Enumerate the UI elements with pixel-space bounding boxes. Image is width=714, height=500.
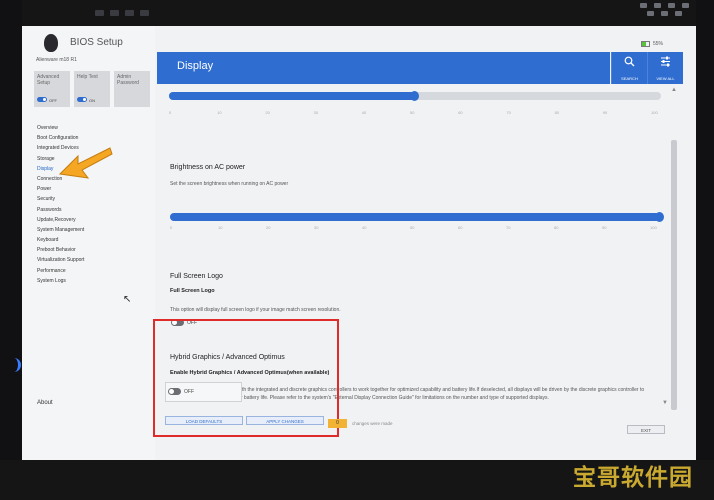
load-defaults-button[interactable]: LOAD DEFAULTS — [165, 416, 243, 425]
slider-thumb[interactable] — [410, 91, 419, 101]
slider-tick-label: 90 — [602, 225, 607, 230]
view-all-button[interactable]: VIEW ALL — [647, 52, 683, 84]
sidebar-item-system-logs[interactable]: System Logs — [37, 276, 84, 286]
tile-advanced-setup[interactable]: Advanced Setup OFF — [34, 71, 70, 107]
sidebar-item-preboot-behavior[interactable]: Preboot Behavior — [37, 245, 84, 255]
tile-state: ON — [89, 98, 95, 103]
model-name: Alienware m18 R1 — [36, 57, 77, 63]
sidebar-item-boot-configuration[interactable]: Boot Configuration — [37, 133, 84, 143]
monitor-bezel-left — [0, 0, 22, 500]
slider-tick-label: 100 — [651, 110, 658, 115]
sidebar-item-virtualization-support[interactable]: Virtualization Support — [37, 255, 84, 265]
alien-logo-icon — [44, 34, 58, 52]
monitor-bezel-right — [696, 0, 714, 500]
slider-tick-label: 10 — [217, 110, 222, 115]
sidebar-item-keyboard[interactable]: Keyboard — [37, 235, 84, 245]
advanced-setup-toggle[interactable] — [37, 97, 47, 102]
top-slider-ticks: 0 10 20 30 40 50 60 70 80 90 100 — [169, 110, 661, 116]
battery-text: 55% — [653, 41, 664, 47]
scroll-down-icon[interactable]: ▼ — [662, 400, 668, 406]
sidebar-item-overview[interactable]: Overview — [37, 123, 84, 133]
full-screen-logo-subtitle: Full Screen Logo — [170, 288, 215, 294]
left-panel: BIOS Setup Alienware m18 R1 Advanced Set… — [22, 26, 155, 460]
slider-tick-label: 0 — [169, 110, 172, 115]
watermark: 宝哥软件园 — [569, 452, 709, 492]
brightness-ac-ticks: 0 10 20 30 40 50 60 70 80 90 100 — [170, 225, 660, 231]
tile-help-text[interactable]: Help Text ON — [74, 71, 110, 107]
tile-state: OFF — [49, 98, 57, 103]
tile-admin-password[interactable]: Admin Password — [114, 71, 150, 107]
slider-tick-label: 40 — [361, 110, 367, 115]
slider-tick-label: 60 — [458, 225, 463, 230]
bios-screen: BIOS Setup Alienware m18 R1 Advanced Set… — [22, 26, 696, 460]
slider-tick-label: 70 — [506, 225, 511, 230]
view-all-label: VIEW ALL — [656, 76, 675, 81]
page-title: Display — [177, 60, 214, 72]
mouse-cursor-icon: ↖ — [123, 294, 132, 305]
quick-tiles: Advanced Setup OFF Help Text ON Admin Pa… — [34, 71, 154, 107]
slider-fill — [170, 213, 660, 221]
brightness-ac-title: Brightness on AC power — [170, 164, 246, 171]
battery-icon — [641, 41, 650, 47]
search-icon — [624, 56, 635, 67]
tile-label: Advanced Setup — [37, 74, 60, 86]
slider-fill — [169, 92, 415, 100]
slider-tick-label: 70 — [506, 110, 511, 115]
slider-tick-label: 50 — [410, 225, 415, 230]
slider-tick-label: 30 — [314, 225, 319, 230]
search-label: SEARCH — [621, 76, 638, 81]
monitor-status-icons — [640, 3, 695, 17]
slider-tick-label: 100 — [650, 225, 657, 230]
tile-label: Admin Password — [117, 74, 139, 86]
changes-text: changes were made — [352, 421, 393, 426]
slider-tick-label: 20 — [266, 225, 271, 230]
exit-button[interactable]: EXIT — [627, 425, 665, 434]
slider-thumb[interactable] — [655, 212, 664, 222]
slider-tick-label: 60 — [458, 110, 463, 115]
brightness-ac-slider[interactable] — [170, 212, 664, 222]
apply-changes-button[interactable]: APPLY CHANGES — [246, 416, 324, 425]
scroll-up-icon[interactable]: ▲ — [671, 87, 677, 93]
pointer-arrow-icon — [58, 147, 113, 179]
slider-tick-label: 20 — [265, 110, 270, 115]
slider-tick-label: 10 — [218, 225, 223, 230]
sidebar-item-power[interactable]: Power — [37, 184, 84, 194]
slider-tick-label: 30 — [313, 110, 319, 115]
full-screen-logo-description: This option will display full screen log… — [170, 307, 341, 313]
search-button[interactable]: SEARCH — [611, 52, 647, 84]
brightness-ac-description: Set the screen brightness when running o… — [170, 181, 289, 187]
sidebar-item-security[interactable]: Security — [37, 194, 84, 204]
monitor-top-icons — [95, 4, 165, 22]
content-scrollbar[interactable] — [671, 140, 677, 410]
slider-tick-label: 0 — [170, 225, 173, 230]
sliders-icon — [661, 56, 670, 67]
page-header: Display — [157, 52, 610, 84]
slider-tick-label: 80 — [554, 110, 560, 115]
sidebar-item-system-management[interactable]: System Management — [37, 225, 84, 235]
app-title: BIOS Setup — [70, 37, 123, 48]
tile-label: Help Text — [77, 74, 98, 80]
sidebar-item-about[interactable]: About — [37, 400, 53, 406]
full-screen-logo-title: Full Screen Logo — [170, 273, 223, 280]
changes-count-badge: 0 — [328, 419, 347, 428]
sidebar-item-update-recovery[interactable]: Update,Recovery — [37, 215, 84, 225]
top-brightness-slider[interactable] — [169, 91, 661, 101]
slider-tick-label: 40 — [362, 225, 367, 230]
sidebar-item-passwords[interactable]: Passwords — [37, 205, 84, 215]
slider-tick-label: 80 — [554, 225, 559, 230]
slider-tick-label: 90 — [602, 110, 608, 115]
help-text-toggle[interactable] — [77, 97, 87, 102]
watermark-text: 宝哥软件园 — [573, 465, 693, 491]
slider-tick-label: 50 — [410, 110, 415, 115]
sidebar-item-performance[interactable]: Performance — [37, 266, 84, 276]
